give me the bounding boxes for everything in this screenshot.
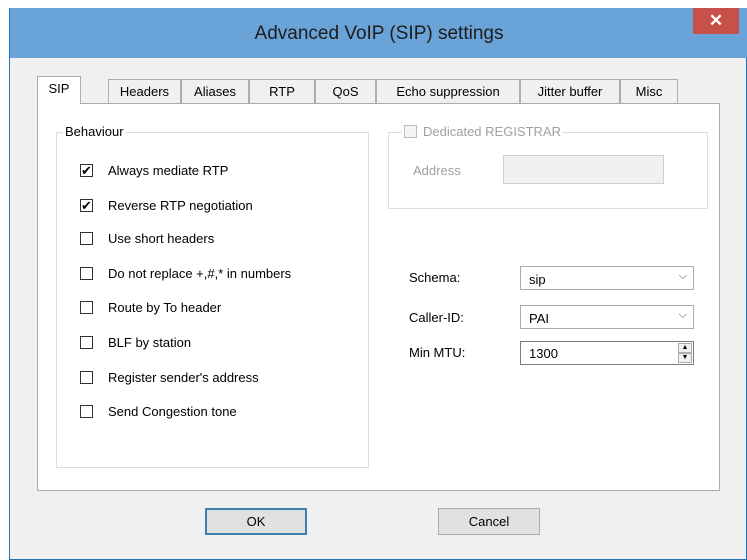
- schema-select[interactable]: sip ⌵: [520, 266, 694, 290]
- chevron-down-icon: ⌵: [678, 270, 687, 282]
- dialog-title: Advanced VoIP (SIP) settings: [254, 23, 504, 44]
- check-icon: ✔: [81, 163, 92, 178]
- min-mtu-spinner[interactable]: 1300 ▲ ▼: [520, 341, 694, 365]
- tab-aliases[interactable]: Aliases: [181, 79, 249, 103]
- schema-label: Schema:: [409, 270, 461, 285]
- tab-label: QoS: [332, 84, 359, 99]
- checkbox[interactable]: [80, 371, 93, 384]
- spin-down-button[interactable]: ▼: [678, 353, 692, 363]
- checkbox[interactable]: [80, 336, 93, 349]
- spin-up-button[interactable]: ▲: [678, 343, 692, 353]
- tab-label: Aliases: [194, 84, 236, 99]
- address-input[interactable]: [503, 155, 664, 184]
- tab-label: Headers: [119, 84, 170, 99]
- ok-button[interactable]: OK: [205, 508, 307, 535]
- min-mtu-value: 1300: [529, 346, 558, 361]
- caller-id-label: Caller-ID:: [409, 310, 464, 325]
- checkbox[interactable]: ✔: [80, 164, 93, 177]
- close-icon: ✕: [708, 11, 724, 30]
- checkbox[interactable]: [80, 267, 93, 280]
- checkbox-label: Register sender's address: [108, 370, 259, 385]
- check-icon: ✔: [81, 198, 92, 213]
- checkbox-label: BLF by station: [108, 335, 192, 350]
- tab-jitter-buffer[interactable]: Jitter buffer: [520, 79, 620, 103]
- checkbox[interactable]: ✔: [80, 199, 93, 212]
- caller-id-select[interactable]: PAI ⌵: [520, 305, 694, 329]
- tab-label: Jitter buffer: [537, 84, 603, 99]
- ok-label: OK: [246, 514, 266, 529]
- checkbox[interactable]: [80, 232, 93, 245]
- registrar-checkbox[interactable]: Dedicated REGISTRAR: [402, 124, 563, 139]
- tab-label: RTP: [269, 84, 295, 99]
- cancel-label: Cancel: [468, 514, 510, 529]
- checkbox[interactable]: [80, 405, 93, 418]
- tab-label: Misc: [635, 84, 663, 99]
- checkbox-label: Do not replace +,#,* in numbers: [108, 266, 292, 281]
- behaviour-group-label: Behaviour: [63, 124, 126, 139]
- spin-arrows-icon: ▲ ▼: [678, 343, 692, 363]
- chevron-down-icon: ⌵: [678, 309, 687, 321]
- tab-label: Echo suppression: [396, 84, 500, 99]
- tab-misc[interactable]: Misc: [620, 79, 678, 103]
- title-bar: Advanced VoIP (SIP) settings ✕: [10, 8, 747, 58]
- close-button[interactable]: ✕: [693, 8, 739, 34]
- checkbox[interactable]: [404, 125, 417, 138]
- address-label: Address: [413, 163, 461, 178]
- tab-sip[interactable]: SIP: [37, 76, 81, 104]
- tab-qos[interactable]: QoS: [315, 79, 376, 103]
- cancel-button[interactable]: Cancel: [438, 508, 540, 535]
- min-mtu-label: Min MTU:: [409, 345, 466, 360]
- checkbox[interactable]: [80, 301, 93, 314]
- checkbox-label: Always mediate RTP: [108, 163, 229, 178]
- tab-echo-suppression[interactable]: Echo suppression: [376, 79, 520, 103]
- checkbox-label: Reverse RTP negotiation: [108, 198, 253, 213]
- tab-headers[interactable]: Headers: [108, 79, 181, 103]
- registrar-label: Dedicated REGISTRAR: [423, 124, 561, 139]
- checkbox-label: Use short headers: [108, 231, 215, 246]
- tab-rtp[interactable]: RTP: [249, 79, 315, 103]
- checkbox-label: Send Congestion tone: [108, 404, 237, 419]
- schema-value: sip: [529, 272, 546, 287]
- tab-label: SIP: [48, 81, 70, 96]
- caller-id-value: PAI: [529, 311, 549, 326]
- checkbox-label: Route by To header: [108, 300, 222, 315]
